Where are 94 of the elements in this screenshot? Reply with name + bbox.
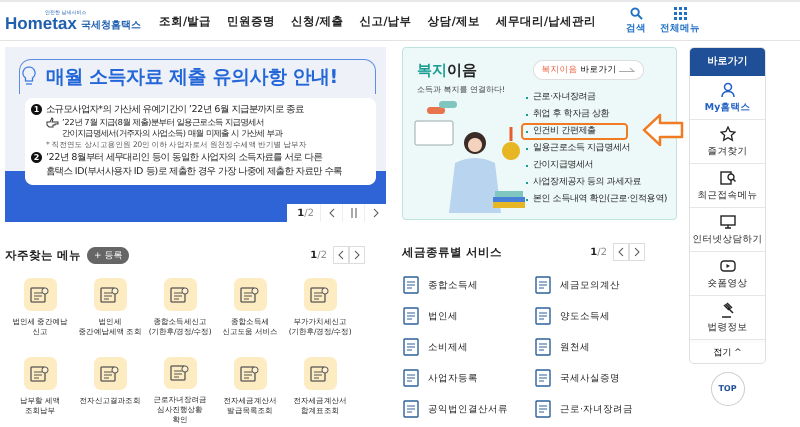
number-marker: 1 — [31, 104, 42, 115]
number-marker: 2 — [31, 152, 42, 163]
collapse-button[interactable]: 접기 ^ — [690, 342, 765, 362]
gavel-icon — [720, 302, 736, 318]
tax-service-link[interactable]: 종합소득세 — [402, 276, 534, 294]
document-icon — [402, 369, 420, 387]
scroll-top-button[interactable]: TOP — [710, 372, 744, 406]
document-icon — [234, 278, 266, 311]
nav-link[interactable]: 신청/제출 — [291, 14, 344, 28]
section-title: 세금종류별 서비스 — [402, 244, 502, 260]
search-icon — [630, 7, 643, 20]
notice-text: ’22년 8월부터 세무대리인 등이 동일한 사업자의 소득자료를 서로 다른 홈택스 ID(부서사용자 ID 등)로 제출한 경우 가장 나중에 제출한 자료만 수록 — [46, 151, 342, 179]
tax-service-link[interactable]: 국세사실증명 — [534, 369, 666, 387]
star-icon — [720, 126, 736, 142]
next-button[interactable] — [629, 243, 645, 261]
document-icon — [402, 276, 420, 294]
pause-icon — [350, 208, 356, 218]
tax-service-link[interactable]: 근로·자녀장려금 — [534, 400, 666, 418]
previous-button[interactable] — [333, 246, 349, 264]
page-indicator: 1/2 — [590, 246, 607, 258]
page-indicator: 1/2 — [287, 204, 320, 222]
welfare-link-button[interactable]: 복지이음 바로가기 — [532, 60, 644, 80]
notice-text: 소규모사업자*의 가산세 유예기간이 ’22년 6월 지급분까지로 종료 — [46, 103, 305, 117]
section-title: 자주찾는 메뉴 — [5, 248, 82, 262]
document-icon — [402, 400, 420, 418]
banner-title: 매월 소득자료 제출 유의사항 안내! — [46, 65, 338, 90]
tax-service-link[interactable]: 사업자등록 — [402, 369, 534, 387]
nav-link[interactable]: 상담/제보 — [428, 14, 480, 28]
document-icon — [304, 278, 336, 311]
document-icon — [94, 278, 126, 311]
welfare-link[interactable]: 인건비 간편제출 — [521, 123, 628, 140]
logo-name: 국세청홈택스 — [80, 19, 141, 33]
quick-link[interactable]: 숏폼영상 — [690, 252, 765, 296]
document-icon — [94, 357, 126, 390]
tax-service-link[interactable]: 소비제세 — [402, 338, 534, 356]
page-indicator: 1/2 — [310, 250, 327, 260]
search-button[interactable]: 검색 — [626, 7, 646, 35]
document-icon — [534, 276, 552, 294]
chevron-left-icon — [618, 247, 624, 257]
chevron-left-icon — [328, 208, 334, 218]
welfare-link[interactable]: 간이지급명세서 — [521, 157, 598, 174]
tax-service-link[interactable]: 공익법인결산서류 — [402, 400, 534, 418]
quick-links-header: 바로가기 — [690, 48, 765, 76]
document-icon — [534, 307, 552, 325]
document-icon — [24, 357, 56, 390]
register-button[interactable]: + 등록 — [87, 246, 130, 264]
tax-service-link[interactable]: 세금모의계산 — [534, 276, 666, 294]
pause-button[interactable] — [342, 204, 364, 222]
nav-link[interactable]: 세무대리/납세관리 — [496, 14, 596, 28]
document-icon — [24, 278, 56, 311]
welfare-link[interactable]: 취업 후 학자금 상환 — [521, 106, 614, 123]
pointing-hand-icon — [46, 117, 59, 128]
person-icon — [720, 82, 736, 98]
document-icon — [402, 338, 420, 356]
nav-link[interactable]: 조회/발급 — [159, 14, 212, 28]
chevron-left-icon — [338, 250, 344, 260]
play-icon — [720, 258, 736, 274]
welfare-link[interactable]: 본인 소득내역 확인(근로·인적용역) — [521, 191, 672, 208]
tax-service-link[interactable]: 법인세 — [402, 307, 534, 325]
previous-button[interactable] — [613, 243, 629, 261]
quick-link[interactable]: My홈택스 — [690, 76, 765, 120]
quick-link[interactable]: 최근접속메뉴 — [690, 164, 765, 208]
document-icon — [304, 357, 336, 390]
document-icon — [534, 400, 552, 418]
document-icon — [234, 357, 266, 390]
nav-link[interactable]: 신고/납부 — [359, 14, 412, 28]
monitor-icon — [720, 214, 736, 230]
chevron-right-icon — [372, 208, 378, 218]
welfare-link[interactable]: 근로·자녀장려금 — [521, 89, 601, 106]
document-icon — [164, 357, 196, 389]
document-icon — [164, 278, 196, 311]
quick-link[interactable]: 법령정보 — [690, 296, 765, 340]
quick-link[interactable]: 즐겨찾기 — [690, 120, 765, 164]
menu-icon — [674, 7, 687, 20]
tax-service-link[interactable]: 원천세 — [534, 338, 666, 356]
previous-button[interactable] — [320, 204, 342, 222]
nav-link[interactable]: 민원증명 — [227, 14, 276, 28]
quick-link[interactable]: 인터넷상담하기 — [690, 208, 765, 252]
chevron-right-icon — [634, 247, 640, 257]
document-icon — [534, 369, 552, 387]
welfare-link[interactable]: 사업장제공자 등의 과세자료 — [521, 174, 646, 191]
document-icon — [534, 338, 552, 356]
welfare-title: 복지이음 — [417, 60, 477, 80]
notice-detail: ’22년 7월 지급(8월 제출)분부터 일용근로소득 지급명세서 간이지급명세서(거주자의 사업소득) 매월 미제출 시 가산세 부과 — [62, 117, 282, 139]
welfare-link[interactable]: 일용근로소득 지급명세서 — [521, 140, 636, 157]
notice-banner[interactable] — [5, 47, 386, 222]
tax-service-link[interactable]: 양도소득세 — [534, 307, 666, 325]
next-button[interactable] — [349, 246, 365, 264]
chevron-right-icon — [354, 250, 360, 260]
document-search-icon — [720, 170, 736, 186]
document-icon — [402, 307, 420, 325]
arrow-icon — [642, 113, 684, 147]
logo-wordmark: Hometax — [5, 14, 77, 34]
menu-button[interactable]: 전체메뉴 — [660, 7, 700, 35]
